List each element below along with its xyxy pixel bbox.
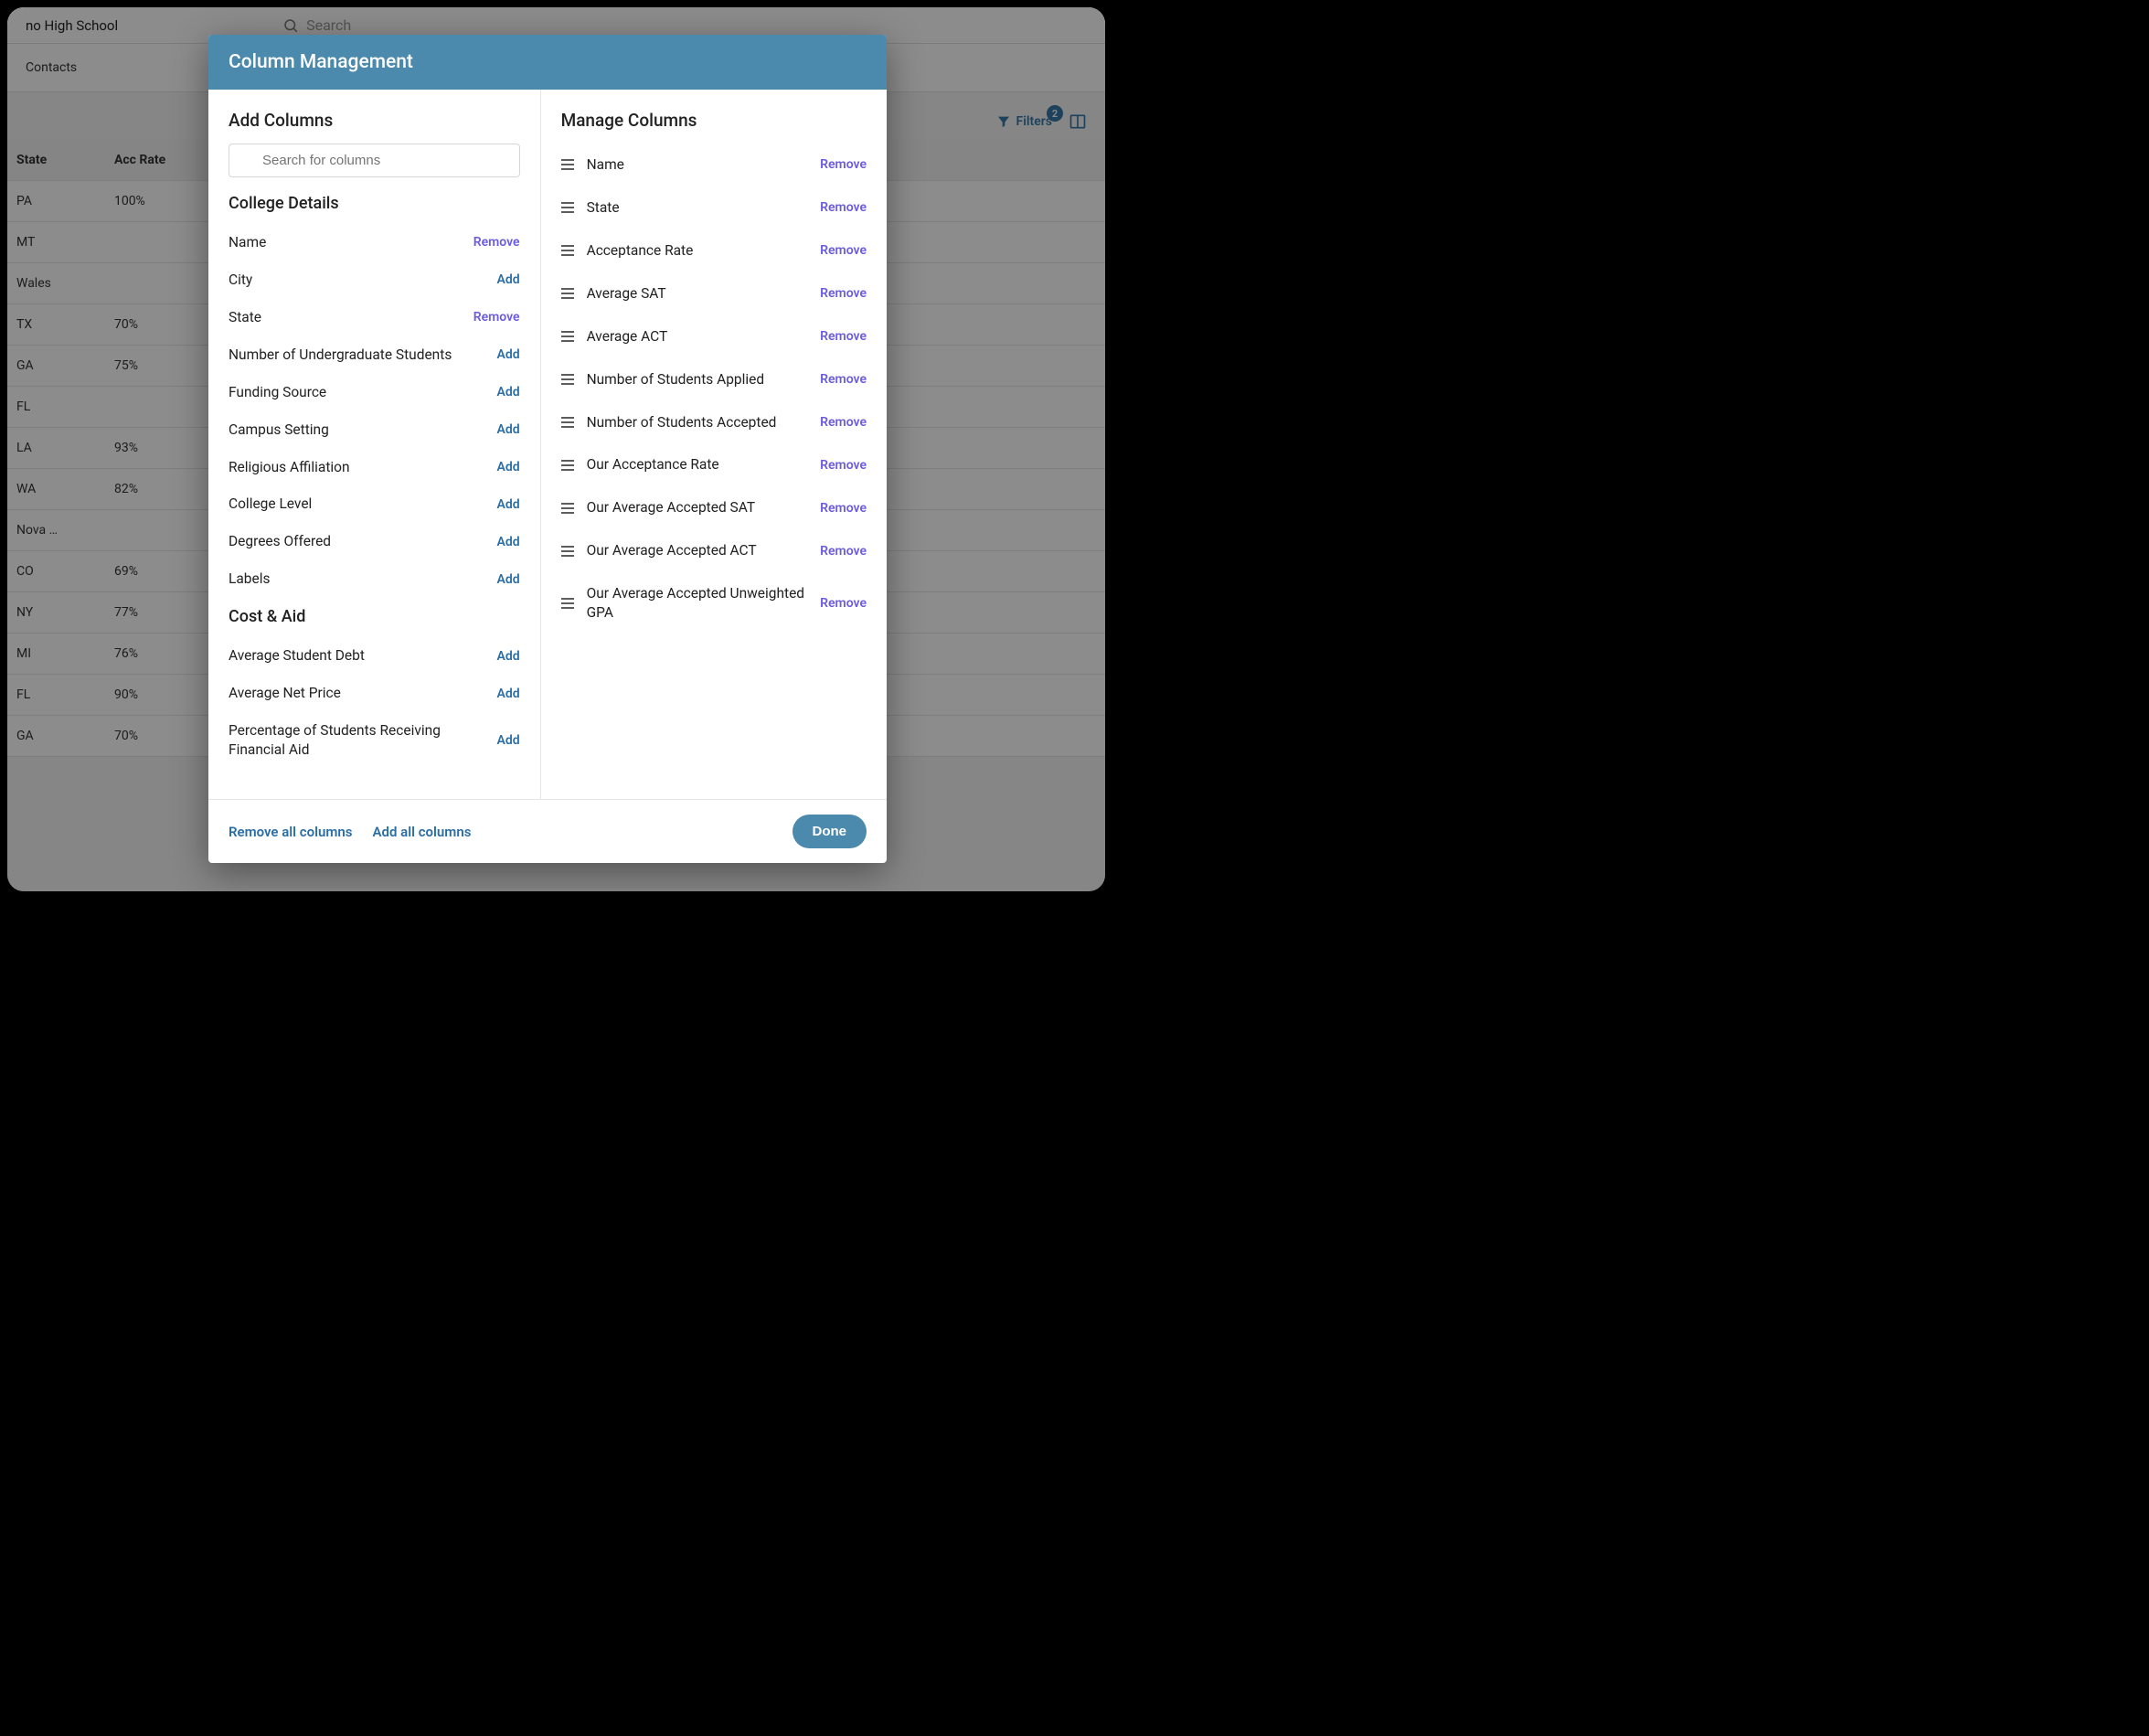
available-column-row: Degrees OfferedAdd [229, 523, 520, 560]
managed-column-label: Name [587, 155, 808, 175]
managed-column-row: Number of Students Accepted Remove [561, 401, 867, 444]
column-label: Percentage of Students Receiving Financi… [229, 721, 496, 760]
managed-column-row: Average ACT Remove [561, 315, 867, 358]
managed-column-row: Our Acceptance Rate Remove [561, 443, 867, 486]
drag-handle-icon[interactable] [561, 159, 574, 170]
column-label: Name [229, 233, 473, 252]
add-all-columns-button[interactable]: Add all columns [373, 824, 472, 840]
managed-column-label: Number of Students Accepted [587, 413, 808, 432]
modal-title: Column Management [208, 35, 887, 90]
column-search-wrap [229, 144, 520, 177]
managed-column-row: Our Average Accepted SAT Remove [561, 486, 867, 529]
column-label: State [229, 308, 473, 327]
manage-columns-pane: Manage Columns NameRemoveStateRemoveAcce… [541, 90, 887, 799]
column-label: Funding Source [229, 383, 496, 402]
available-column-row: Number of Undergraduate StudentsAdd [229, 336, 520, 374]
column-label: City [229, 271, 496, 290]
remove-all-columns-button[interactable]: Remove all columns [229, 824, 353, 840]
managed-column-label: Average ACT [587, 327, 808, 346]
column-search-input[interactable] [229, 144, 520, 177]
drag-handle-icon[interactable] [561, 331, 574, 342]
column-management-modal: Column Management Add Columns College De… [208, 35, 887, 863]
managed-column-row: Our Average Accepted Unweighted GPA Remov… [561, 572, 867, 634]
remove-column-button[interactable]: Remove [820, 200, 867, 215]
remove-column-button[interactable]: Remove [820, 501, 867, 516]
available-column-row: StateRemove [229, 299, 520, 336]
remove-column-button[interactable]: Remove [820, 372, 867, 387]
add-column-button[interactable]: Add [496, 385, 519, 399]
drag-handle-icon[interactable] [561, 288, 574, 299]
column-label: Average Student Debt [229, 646, 496, 666]
remove-column-button[interactable]: Remove [820, 596, 867, 611]
available-column-row: Average Student DebtAdd [229, 637, 520, 675]
add-column-button[interactable]: Add [496, 422, 519, 437]
available-column-row: Religious AffiliationAdd [229, 449, 520, 486]
drag-handle-icon[interactable] [561, 202, 574, 213]
available-column-row: Funding SourceAdd [229, 374, 520, 411]
column-group-title: College Details [229, 194, 520, 213]
managed-column-row: State Remove [561, 186, 867, 229]
drag-handle-icon[interactable] [561, 374, 574, 385]
add-column-button[interactable]: Add [496, 572, 519, 587]
add-column-button[interactable]: Add [496, 733, 519, 748]
managed-column-label: Our Average Accepted ACT [587, 541, 808, 560]
managed-column-row: Our Average Accepted ACT Remove [561, 529, 867, 572]
column-label: Religious Affiliation [229, 458, 496, 477]
drag-handle-icon[interactable] [561, 460, 574, 471]
available-column-row: Percentage of Students Receiving Financi… [229, 712, 520, 769]
add-columns-title: Add Columns [229, 110, 520, 131]
managed-column-row: Acceptance Rate Remove [561, 229, 867, 272]
add-column-button[interactable]: Add [496, 497, 519, 512]
remove-column-button[interactable]: Remove [820, 243, 867, 258]
managed-column-row: Name Remove [561, 144, 867, 186]
modal-body: Add Columns College DetailsNameRemoveCit… [208, 90, 887, 799]
available-column-row: CityAdd [229, 261, 520, 299]
add-column-button[interactable]: Add [496, 347, 519, 362]
remove-column-button[interactable]: Remove [820, 329, 867, 344]
drag-handle-icon[interactable] [561, 417, 574, 428]
drag-handle-icon[interactable] [561, 245, 574, 256]
column-label: Labels [229, 570, 496, 589]
done-button[interactable]: Done [793, 815, 867, 848]
add-column-button[interactable]: Add [496, 649, 519, 664]
managed-column-label: Our Average Accepted Unweighted GPA [587, 584, 808, 623]
managed-column-label: State [587, 198, 808, 218]
managed-column-label: Number of Students Applied [587, 370, 808, 389]
add-column-button[interactable]: Add [496, 272, 519, 287]
available-column-row: NameRemove [229, 224, 520, 261]
remove-column-button[interactable]: Remove [820, 157, 867, 172]
add-column-button[interactable]: Add [496, 460, 519, 474]
column-label: Number of Undergraduate Students [229, 346, 496, 365]
managed-column-label: Acceptance Rate [587, 241, 808, 261]
remove-column-button[interactable]: Remove [820, 415, 867, 430]
manage-columns-title: Manage Columns [561, 110, 867, 131]
managed-column-label: Average SAT [587, 284, 808, 304]
add-column-button[interactable]: Add [496, 535, 519, 549]
managed-column-row: Average SAT Remove [561, 272, 867, 315]
column-label: Average Net Price [229, 684, 496, 703]
drag-handle-icon[interactable] [561, 546, 574, 557]
remove-column-button[interactable]: Remove [473, 310, 520, 325]
available-column-row: LabelsAdd [229, 560, 520, 598]
add-column-button[interactable]: Add [496, 687, 519, 701]
managed-column-label: Our Acceptance Rate [587, 455, 808, 474]
column-label: College Level [229, 495, 496, 514]
managed-column-label: Our Average Accepted SAT [587, 498, 808, 517]
remove-column-button[interactable]: Remove [473, 235, 520, 250]
column-label: Degrees Offered [229, 532, 496, 551]
available-column-row: Average Net PriceAdd [229, 675, 520, 712]
modal-footer: Remove all columns Add all columns Done [208, 799, 887, 863]
managed-column-row: Number of Students Applied Remove [561, 358, 867, 401]
available-column-row: College LevelAdd [229, 485, 520, 523]
remove-column-button[interactable]: Remove [820, 544, 867, 559]
drag-handle-icon[interactable] [561, 598, 574, 609]
drag-handle-icon[interactable] [561, 503, 574, 514]
remove-column-button[interactable]: Remove [820, 286, 867, 301]
add-columns-pane: Add Columns College DetailsNameRemoveCit… [208, 90, 541, 799]
available-column-row: Campus SettingAdd [229, 411, 520, 449]
column-group-title: Cost & Aid [229, 607, 520, 626]
remove-column-button[interactable]: Remove [820, 458, 867, 473]
column-label: Campus Setting [229, 421, 496, 440]
